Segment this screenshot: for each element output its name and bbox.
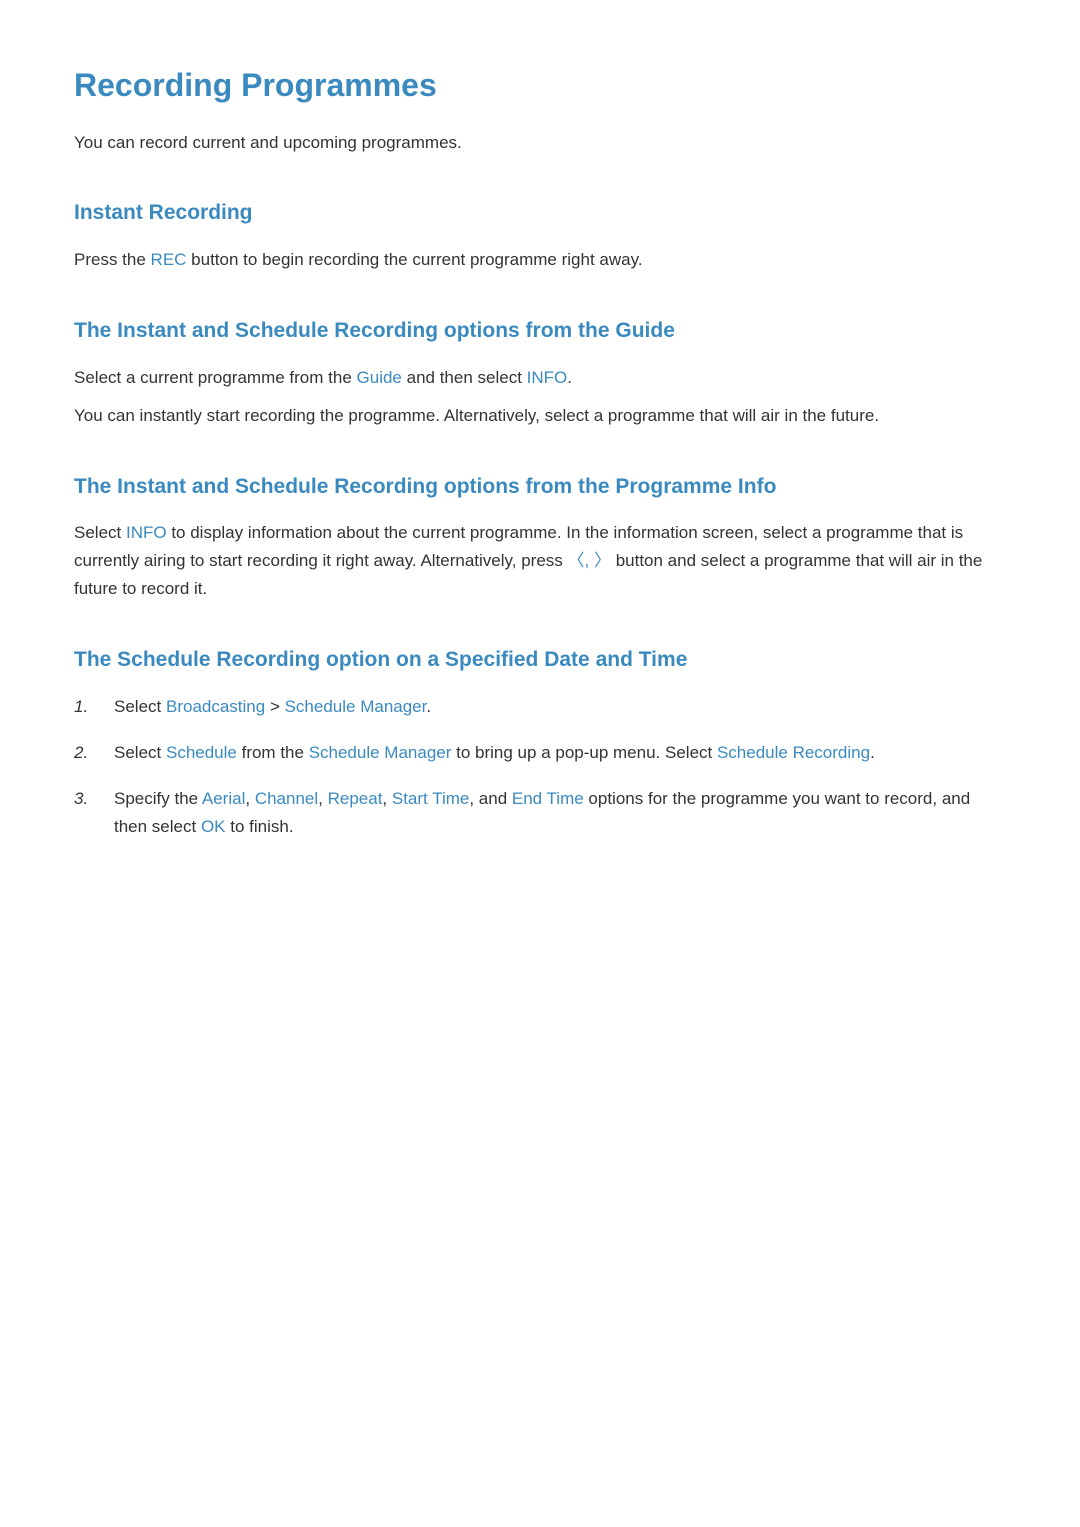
list-content-1: Select Broadcasting > Schedule Manager. [114,693,1006,721]
section-instant-recording: Instant Recording Press the REC button t… [74,196,1006,274]
schedule-recording-list: 1. Select Broadcasting > Schedule Manage… [74,693,1006,841]
arrow-highlight: 〈, 〉 [568,551,611,570]
schedule-highlight: Schedule [166,743,237,762]
schedule-manager-highlight-1: Schedule Manager [285,697,427,716]
list-item: 1. Select Broadcasting > Schedule Manage… [74,693,1006,721]
info-highlight-2: INFO [126,523,167,542]
section-body-instant-recording: Press the REC button to begin recording … [74,246,1006,274]
guide-highlight: Guide [357,368,402,387]
start-time-highlight: Start Time [392,789,469,808]
intro-paragraph: You can record current and upcoming prog… [74,129,1006,156]
schedule-recording-highlight: Schedule Recording [717,743,870,762]
list-number-3: 3. [74,785,114,813]
guide-options-paragraph-1: Select a current programme from the Guid… [74,364,1006,392]
programme-info-paragraph: Select INFO to display information about… [74,519,1006,603]
section-programme-info-options: The Instant and Schedule Recording optio… [74,470,1006,604]
list-content-3: Specify the Aerial, Channel, Repeat, Sta… [114,785,1006,841]
section-guide-options: The Instant and Schedule Recording optio… [74,314,1006,430]
section-heading-instant-recording: Instant Recording [74,196,1006,230]
list-number-1: 1. [74,693,114,721]
end-time-highlight: End Time [512,789,584,808]
section-heading-programme-info: The Instant and Schedule Recording optio… [74,470,1006,504]
section-heading-guide-options: The Instant and Schedule Recording optio… [74,314,1006,348]
section-body-programme-info: Select INFO to display information about… [74,519,1006,603]
instant-recording-paragraph: Press the REC button to begin recording … [74,246,1006,274]
section-body-guide-options: Select a current programme from the Guid… [74,364,1006,430]
rec-highlight: REC [151,250,187,269]
list-content-2: Select Schedule from the Schedule Manage… [114,739,1006,767]
guide-options-paragraph-2: You can instantly start recording the pr… [74,402,1006,430]
aerial-highlight: Aerial [202,789,245,808]
channel-highlight: Channel [255,789,318,808]
list-number-2: 2. [74,739,114,767]
section-body-schedule-recording: 1. Select Broadcasting > Schedule Manage… [74,693,1006,841]
repeat-highlight: Repeat [328,789,383,808]
info-highlight-1: INFO [527,368,568,387]
section-schedule-recording: The Schedule Recording option on a Speci… [74,643,1006,841]
ok-highlight: OK [201,817,226,836]
schedule-manager-highlight-2: Schedule Manager [309,743,452,762]
page-title: Recording Programmes [74,60,1006,111]
section-heading-schedule-recording: The Schedule Recording option on a Speci… [74,643,1006,677]
broadcasting-highlight: Broadcasting [166,697,265,716]
list-item: 3. Specify the Aerial, Channel, Repeat, … [74,785,1006,841]
list-item: 2. Select Schedule from the Schedule Man… [74,739,1006,767]
